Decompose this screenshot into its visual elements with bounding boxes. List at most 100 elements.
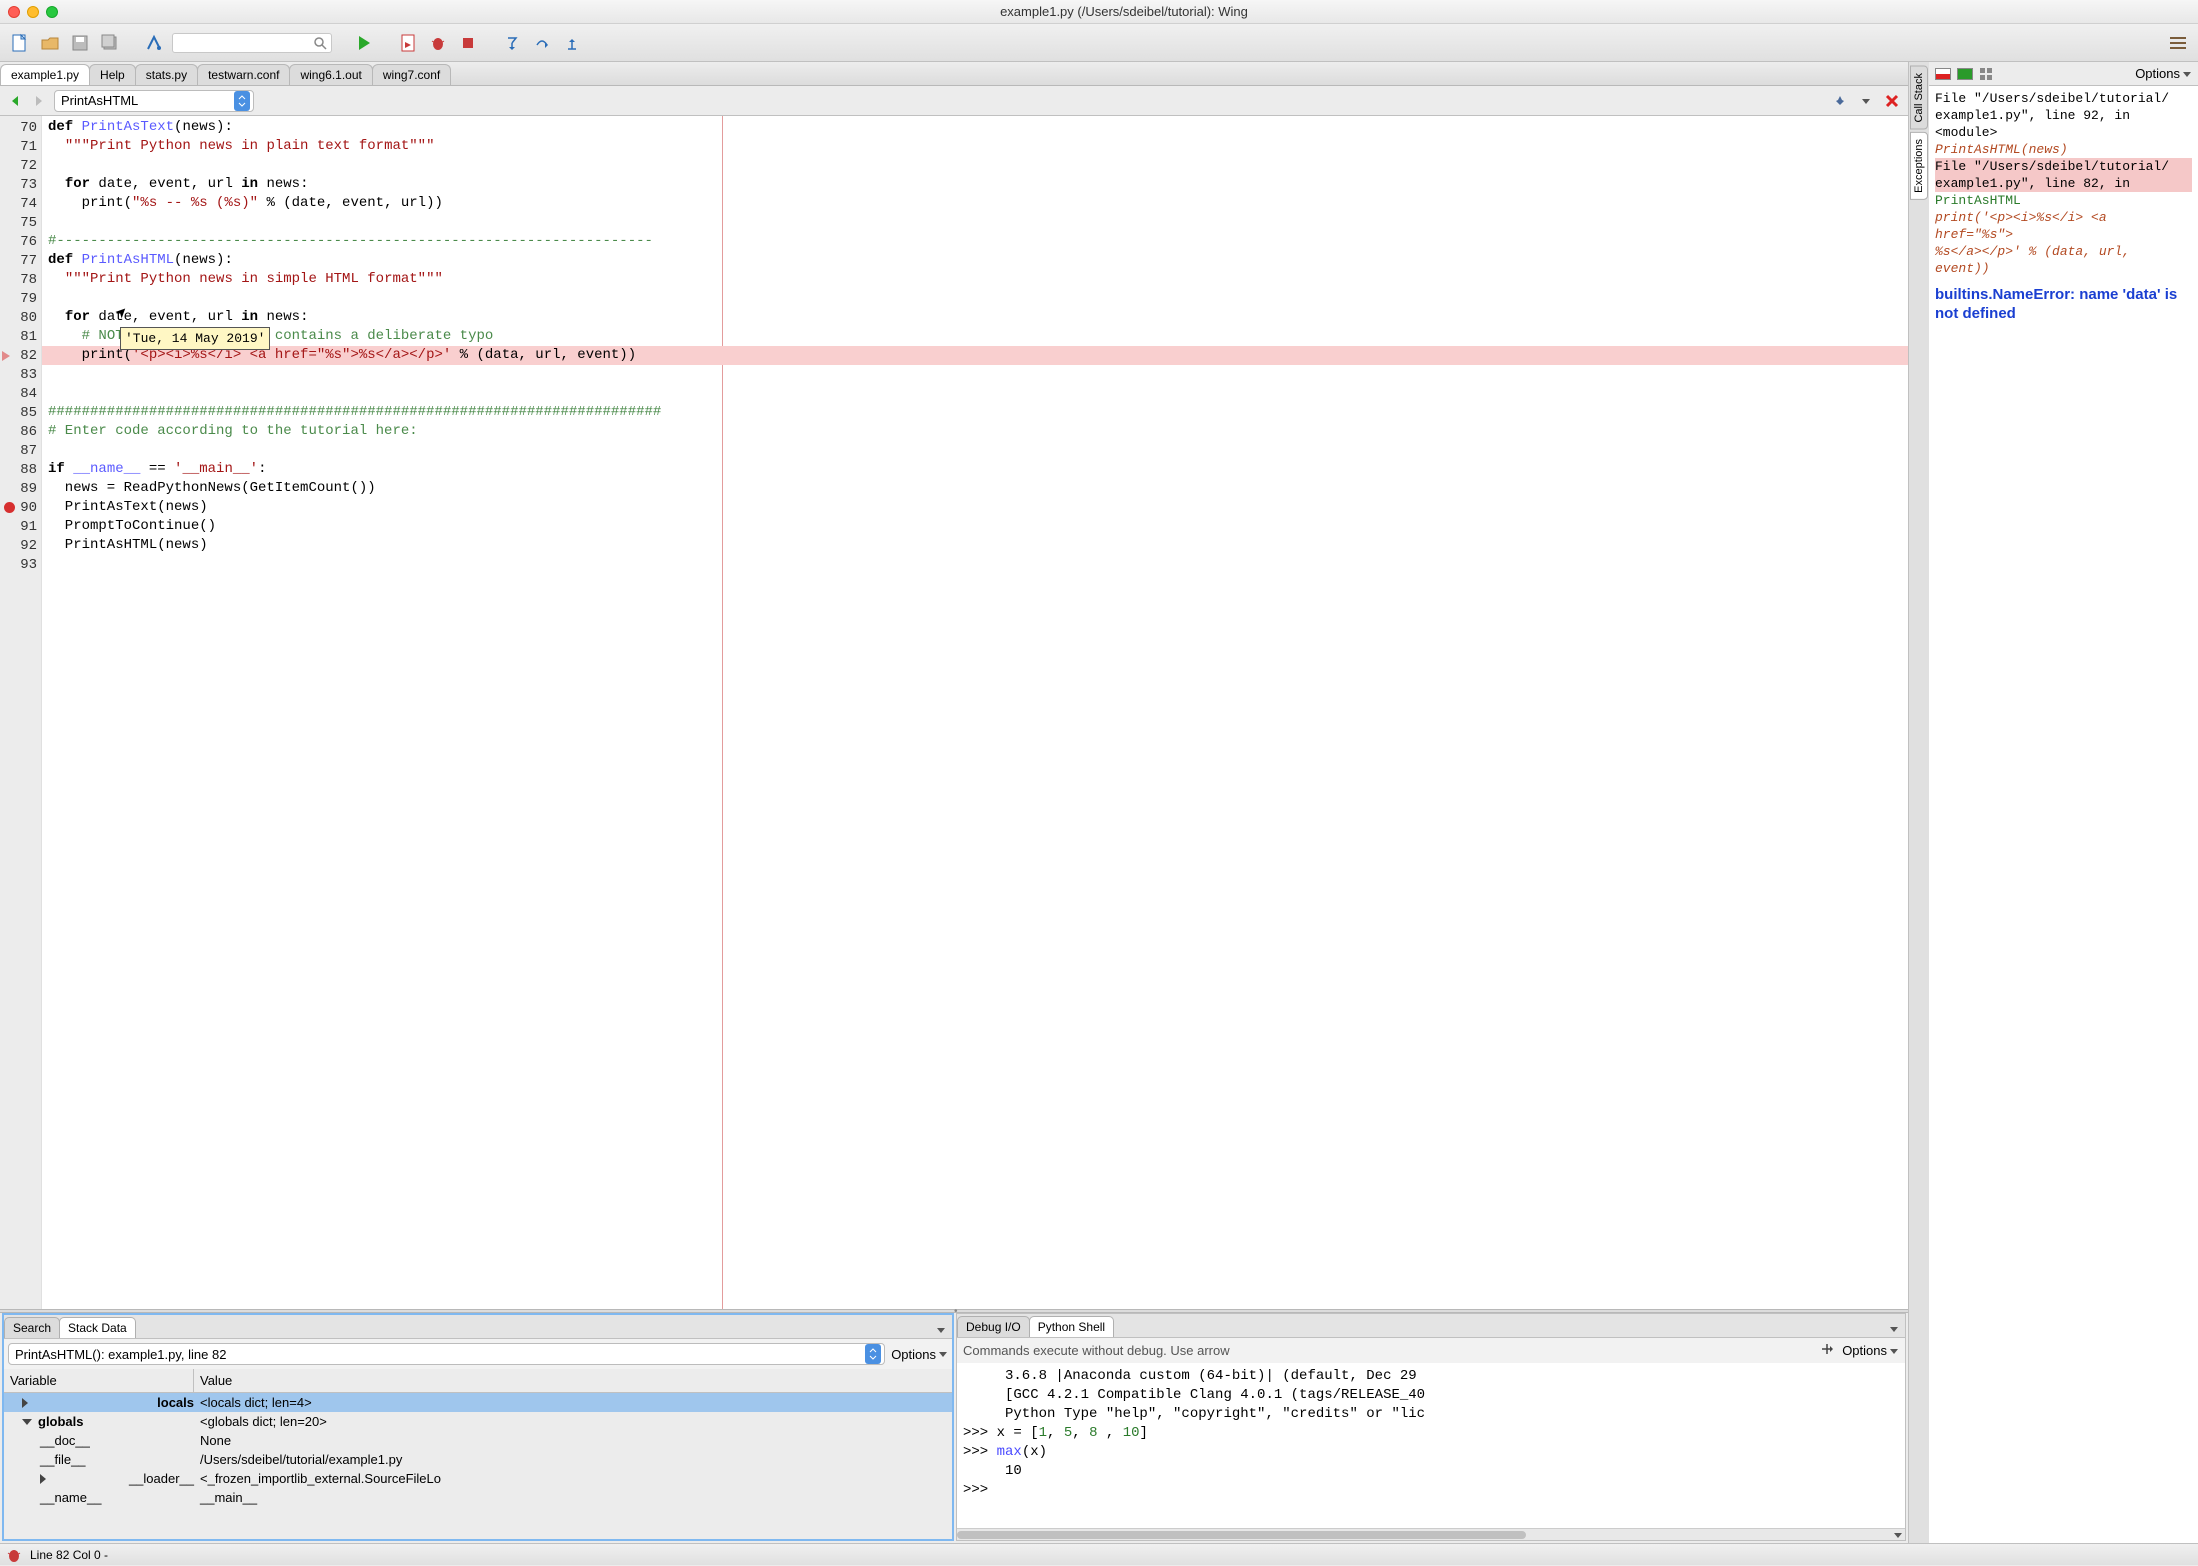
code-line-84[interactable] bbox=[42, 384, 1908, 403]
code-line-72[interactable] bbox=[42, 156, 1908, 175]
close-file-icon[interactable] bbox=[1882, 91, 1902, 111]
symbol-nav-row: PrintAsHTML bbox=[0, 86, 1908, 116]
shell-hscroll[interactable] bbox=[957, 1528, 1905, 1540]
traceback-line[interactable]: File "/Users/sdeibel/tutorial/ bbox=[1935, 90, 2192, 107]
horizontal-splitter[interactable] bbox=[0, 1309, 1908, 1313]
zoom-window-icon[interactable] bbox=[46, 6, 58, 18]
code-line-88[interactable]: if __name__ == '__main__': bbox=[42, 460, 1908, 479]
code-line-70[interactable]: def PrintAsText(news): bbox=[42, 118, 1908, 137]
filetab-testwarn-conf[interactable]: testwarn.conf bbox=[197, 64, 290, 85]
traceback-line[interactable]: example1.py", line 92, in <module> bbox=[1935, 107, 2192, 141]
traceback-line[interactable]: example1.py", line 82, in bbox=[1935, 175, 2192, 192]
hover-tooltip: 'Tue, 14 May 2019' bbox=[120, 327, 270, 350]
shell-body[interactable]: 3.6.8 |Anaconda custom (64-bit)| (defaul… bbox=[957, 1363, 1905, 1528]
code-line-93[interactable] bbox=[42, 555, 1908, 574]
variable-row[interactable]: __file__/Users/sdeibel/tutorial/example1… bbox=[4, 1450, 952, 1469]
code-line-76[interactable]: #---------------------------------------… bbox=[42, 232, 1908, 251]
code-line-81[interactable]: # NOTE: The line below contains a delibe… bbox=[42, 327, 1908, 346]
debug-run-button[interactable] bbox=[352, 31, 376, 55]
exceptions-panel: Options File "/Users/sdeibel/tutorial/ex… bbox=[1929, 62, 2198, 1543]
code-line-75[interactable] bbox=[42, 213, 1908, 232]
save-button[interactable] bbox=[68, 31, 92, 55]
traceback-line[interactable]: PrintAsHTML bbox=[1935, 192, 2192, 209]
code-line-83[interactable] bbox=[42, 365, 1908, 384]
filetab-Help[interactable]: Help bbox=[89, 64, 136, 85]
exception-message: builtins.NameError: name 'data' is not d… bbox=[1935, 285, 2192, 323]
tab-search[interactable]: Search bbox=[4, 1317, 60, 1338]
tab-python-shell[interactable]: Python Shell bbox=[1029, 1316, 1114, 1337]
traceback-line[interactable]: %s</a></p>' % (data, url, event)) bbox=[1935, 243, 2192, 277]
code-line-86[interactable]: # Enter code according to the tutorial h… bbox=[42, 422, 1908, 441]
code-line-71[interactable]: """Print Python news in plain text forma… bbox=[42, 137, 1908, 156]
save-all-button[interactable] bbox=[98, 31, 122, 55]
stack-data-panel: Search Stack Data PrintAsHTML(): example… bbox=[2, 1313, 954, 1541]
stack-frame-select[interactable]: PrintAsHTML(): example1.py, line 82 bbox=[8, 1343, 885, 1365]
code-line-87[interactable] bbox=[42, 441, 1908, 460]
toolbar-search-input[interactable] bbox=[172, 33, 332, 53]
file-tabs: example1.pyHelpstats.pytestwarn.confwing… bbox=[0, 62, 1908, 86]
goto-def-button[interactable] bbox=[142, 31, 166, 55]
status-bar: Line 82 Col 0 - bbox=[0, 1543, 2198, 1565]
exceptions-options-button[interactable]: Options bbox=[2135, 66, 2192, 81]
minimize-window-icon[interactable] bbox=[27, 6, 39, 18]
variables-table[interactable]: Variable Value locals<locals dict; len=4… bbox=[4, 1369, 952, 1539]
code-line-79[interactable] bbox=[42, 289, 1908, 308]
variable-row[interactable]: __name____main__ bbox=[4, 1488, 952, 1507]
panel-menu-icon[interactable] bbox=[1883, 1322, 1905, 1337]
panel-menu-icon[interactable] bbox=[930, 1323, 952, 1338]
debug-file-button[interactable] bbox=[396, 31, 420, 55]
variable-row[interactable]: globals<globals dict; len=20> bbox=[4, 1412, 952, 1431]
code-line-73[interactable]: for date, event, url in news: bbox=[42, 175, 1908, 194]
shell-insert-icon[interactable] bbox=[1820, 1342, 1834, 1359]
window-title: example1.py (/Users/sdeibel/tutorial): W… bbox=[58, 4, 2190, 19]
new-file-button[interactable] bbox=[8, 31, 32, 55]
stack-options-button[interactable]: Options bbox=[891, 1347, 948, 1362]
code-line-77[interactable]: def PrintAsHTML(news): bbox=[42, 251, 1908, 270]
code-line-90[interactable]: PrintAsText(news) bbox=[42, 498, 1908, 517]
code-line-91[interactable]: PromptToContinue() bbox=[42, 517, 1908, 536]
tab-debug-io[interactable]: Debug I/O bbox=[957, 1316, 1030, 1337]
debug-bug-button[interactable] bbox=[426, 31, 450, 55]
filetab-wing6-1-out[interactable]: wing6.1.out bbox=[289, 64, 372, 85]
sidetab-call-stack[interactable]: Call Stack bbox=[1910, 66, 1928, 130]
variable-row[interactable]: __loader__<_frozen_importlib_external.So… bbox=[4, 1469, 952, 1488]
traceback-line[interactable]: File "/Users/sdeibel/tutorial/ bbox=[1935, 158, 2192, 175]
close-window-icon[interactable] bbox=[8, 6, 20, 18]
bug-icon[interactable] bbox=[6, 1547, 22, 1563]
step-into-button[interactable] bbox=[500, 31, 524, 55]
flag-icon[interactable] bbox=[1957, 68, 1973, 80]
cursor-position: Line 82 Col 0 - bbox=[30, 1548, 108, 1562]
code-line-85[interactable]: ########################################… bbox=[42, 403, 1908, 422]
nav-back-button[interactable] bbox=[6, 92, 24, 110]
code-line-89[interactable]: news = ReadPythonNews(GetItemCount()) bbox=[42, 479, 1908, 498]
traceback-line[interactable]: PrintAsHTML(news) bbox=[1935, 141, 2192, 158]
symbol-select[interactable]: PrintAsHTML bbox=[54, 90, 254, 112]
code-line-92[interactable]: PrintAsHTML(news) bbox=[42, 536, 1908, 555]
filetab-wing7-conf[interactable]: wing7.conf bbox=[372, 64, 451, 85]
step-out-button[interactable] bbox=[560, 31, 584, 55]
variable-row[interactable]: locals<locals dict; len=4> bbox=[4, 1393, 952, 1412]
code-line-78[interactable]: """Print Python news in simple HTML form… bbox=[42, 270, 1908, 289]
grid-icon[interactable] bbox=[1979, 67, 1993, 81]
open-file-button[interactable] bbox=[38, 31, 62, 55]
traceback-line[interactable]: print('<p><i>%s</i> <a href="%s"> bbox=[1935, 209, 2192, 243]
menu-button[interactable] bbox=[2166, 31, 2190, 55]
editor[interactable]: 7071727374757677787980818283848586878889… bbox=[0, 116, 1908, 1309]
step-over-button[interactable] bbox=[530, 31, 554, 55]
code-line-82[interactable]: print('<p><i>%s</i> <a href="%s">%s</a><… bbox=[42, 346, 1908, 365]
variable-row[interactable]: __doc__None bbox=[4, 1431, 952, 1450]
filetab-example1-py[interactable]: example1.py bbox=[0, 64, 90, 85]
code-line-74[interactable]: print("%s -- %s (%s)" % (date, event, ur… bbox=[42, 194, 1908, 213]
debug-stop-button[interactable] bbox=[456, 31, 480, 55]
code-line-80[interactable]: for date, event, url in news: bbox=[42, 308, 1908, 327]
tab-stack-data[interactable]: Stack Data bbox=[59, 1317, 136, 1338]
pin-icon[interactable] bbox=[1830, 91, 1850, 111]
shell-options-button[interactable]: Options bbox=[1842, 1343, 1899, 1358]
filetab-stats-py[interactable]: stats.py bbox=[135, 64, 198, 85]
chevron-down-icon[interactable] bbox=[1856, 91, 1876, 111]
nav-forward-button[interactable] bbox=[30, 92, 48, 110]
col-variable: Variable bbox=[4, 1369, 194, 1392]
sidetab-exceptions[interactable]: Exceptions bbox=[1910, 132, 1928, 200]
flag-icon[interactable] bbox=[1935, 68, 1951, 80]
shell-hint: Commands execute without debug. Use arro… bbox=[963, 1343, 1230, 1358]
